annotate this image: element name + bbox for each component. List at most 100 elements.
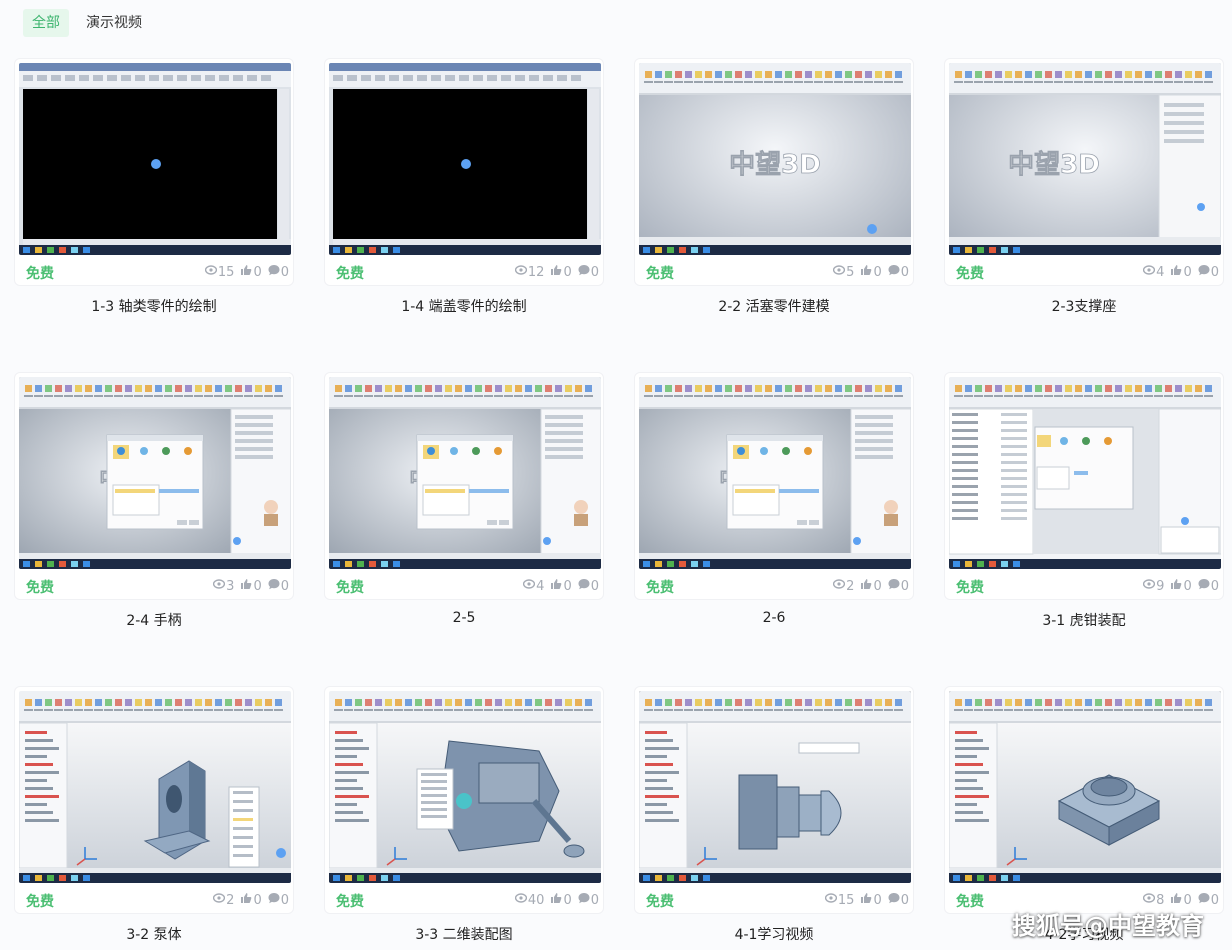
price-label: 免费: [956, 894, 984, 910]
comment-icon: [268, 264, 280, 280]
card-stats: 15 0 0: [204, 264, 289, 280]
like-icon: [860, 264, 872, 280]
video-title[interactable]: 2-6: [634, 610, 914, 626]
video-title[interactable]: 3-1 虎钳装配: [944, 610, 1224, 630]
video-card[interactable]: 中免费 4 0 0 2-5: [324, 372, 604, 626]
like-count: 0: [563, 264, 572, 280]
tab-all[interactable]: 全部: [23, 9, 69, 37]
card-body: 免费 12 0 0: [324, 58, 604, 286]
comment-icon: [268, 892, 280, 908]
like-count: 0: [253, 264, 262, 280]
video-card[interactable]: 免费 15 0 0 1-3 轴类零件的绘制: [14, 58, 294, 315]
comment-icon: [888, 578, 900, 594]
view-icon: [833, 578, 846, 594]
comment-count: 0: [280, 578, 289, 594]
svg-text:中望3D: 中望3D: [1008, 150, 1100, 180]
video-thumbnail[interactable]: 中望3D: [639, 63, 911, 255]
comment-count: 0: [590, 264, 599, 280]
video-card[interactable]: 中望3D 免费 4 0 0 2-3支撑座: [944, 58, 1224, 315]
card-stats: 4 0 0: [1143, 264, 1219, 280]
view-count: 5: [846, 264, 855, 280]
video-thumbnail[interactable]: [329, 691, 601, 883]
video-card[interactable]: 免费 2 0 0 3-2 泵体: [14, 686, 294, 943]
comment-icon: [1198, 578, 1210, 594]
video-thumbnail[interactable]: 中: [639, 377, 911, 569]
video-card[interactable]: 中免费 2 0 0 2-6: [634, 372, 914, 626]
comment-count: 0: [1210, 578, 1219, 594]
card-body: 免费 9 0 0: [944, 372, 1224, 600]
price-label: 免费: [26, 266, 54, 282]
like-count: 0: [873, 578, 882, 594]
view-icon: [213, 578, 226, 594]
video-thumbnail[interactable]: [949, 377, 1221, 569]
video-card[interactable]: 免费 12 0 0 1-4 端盖零件的绘制: [324, 58, 604, 315]
filter-tabs: 全部 演示视频: [0, 0, 1232, 46]
video-thumbnail[interactable]: [639, 691, 911, 883]
video-thumbnail[interactable]: 中: [19, 377, 291, 569]
card-body: 免费 2 0 0: [14, 686, 294, 914]
view-count: 4: [536, 578, 545, 594]
card-body: 免费 8 0 0: [944, 686, 1224, 914]
view-count: 4: [1156, 264, 1165, 280]
video-title[interactable]: 2-4 手柄: [14, 610, 294, 630]
video-card[interactable]: 免费 15 0 0 4-1学习视频: [634, 686, 914, 943]
video-title[interactable]: 3-2 泵体: [14, 924, 294, 944]
video-thumbnail[interactable]: 中望3D: [949, 63, 1221, 255]
video-title[interactable]: 3-3 二维装配图: [324, 924, 604, 944]
like-count: 0: [1183, 578, 1192, 594]
video-card[interactable]: 免费 40 0 0 3-3 二维装配图: [324, 686, 604, 943]
video-title[interactable]: 2-5: [324, 610, 604, 626]
price-label: 免费: [26, 580, 54, 596]
video-title[interactable]: 1-3 轴类零件的绘制: [14, 296, 294, 316]
card-body: 中望3D 免费 5 0 0: [634, 58, 914, 286]
price-label: 免费: [956, 266, 984, 282]
like-icon: [860, 892, 872, 908]
video-thumbnail[interactable]: [949, 691, 1221, 883]
comment-count: 0: [590, 578, 599, 594]
card-body: 免费 40 0 0: [324, 686, 604, 914]
price-label: 免费: [646, 266, 674, 282]
comment-icon: [1198, 264, 1210, 280]
like-icon: [860, 578, 872, 594]
price-label: 免费: [646, 894, 674, 910]
like-icon: [1170, 578, 1182, 594]
video-card[interactable]: 免费 8 0 0 4-2学习视频: [944, 686, 1224, 943]
video-card[interactable]: 中望3D 免费 5 0 0 2-2 活塞零件建模: [634, 58, 914, 315]
like-count: 0: [563, 892, 572, 908]
comment-count: 0: [1210, 892, 1219, 908]
comment-icon: [578, 264, 590, 280]
like-icon: [240, 264, 252, 280]
card-stats: 40 0 0: [514, 892, 599, 908]
view-count: 15: [217, 264, 235, 280]
card-stats: 12 0 0: [514, 264, 599, 280]
price-label: 免费: [336, 580, 364, 596]
video-thumbnail[interactable]: [329, 63, 601, 255]
like-count: 0: [873, 892, 882, 908]
video-title[interactable]: 4-1学习视频: [634, 924, 914, 944]
comment-icon: [578, 578, 590, 594]
tab-demo-videos[interactable]: 演示视频: [77, 9, 151, 37]
card-stats: 15 0 0: [824, 892, 909, 908]
comment-count: 0: [280, 892, 289, 908]
video-title[interactable]: 1-4 端盖零件的绘制: [324, 296, 604, 316]
video-thumbnail[interactable]: [19, 63, 291, 255]
video-title[interactable]: 2-2 活塞零件建模: [634, 296, 914, 316]
price-label: 免费: [646, 580, 674, 596]
card-body: 中望3D 免费 4 0 0: [944, 58, 1224, 286]
card-body: 免费 15 0 0: [634, 686, 914, 914]
video-thumbnail[interactable]: 中: [329, 377, 601, 569]
comment-count: 0: [900, 892, 909, 908]
like-icon: [240, 578, 252, 594]
video-card[interactable]: 免费 9 0 0 3-1 虎钳装配: [944, 372, 1224, 629]
view-icon: [1143, 264, 1156, 280]
like-count: 0: [253, 892, 262, 908]
view-count: 2: [846, 578, 855, 594]
video-card[interactable]: 中免费 3 0 0 2-4 手柄: [14, 372, 294, 629]
card-body: 中免费 3 0 0: [14, 372, 294, 600]
card-body: 中免费 2 0 0: [634, 372, 914, 600]
video-title[interactable]: 2-3支撑座: [944, 296, 1224, 316]
like-count: 0: [873, 264, 882, 280]
video-thumbnail[interactable]: [19, 691, 291, 883]
view-count: 12: [527, 264, 545, 280]
view-count: 3: [226, 578, 235, 594]
